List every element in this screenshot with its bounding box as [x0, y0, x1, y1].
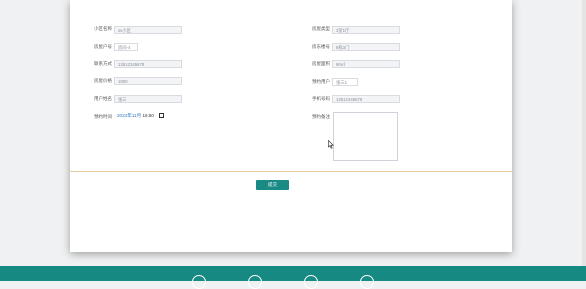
user-icon[interactable]: [248, 275, 262, 289]
calendar-icon[interactable]: [159, 112, 165, 118]
info-icon[interactable]: [360, 275, 374, 289]
field-label-house-type: 房屋类型: [312, 26, 330, 31]
field-label-booking-user: 预约用户: [312, 79, 330, 84]
appointment-clock: 16:50: [141, 113, 154, 118]
username-input[interactable]: 张三: [114, 95, 182, 103]
house-type-input[interactable]: 3室1厅: [332, 26, 400, 34]
field-label-room-number: 房屋户号: [94, 44, 112, 49]
form-card: [70, 0, 512, 252]
contact-input[interactable]: 13512345678: [114, 60, 182, 68]
field-label-contact: 联系方式: [94, 61, 112, 66]
field-label-remark: 预约备注: [312, 114, 330, 119]
field-label-area: 房屋面积: [312, 61, 330, 66]
field-label-building: 房东楼号: [312, 44, 330, 49]
remark-textarea[interactable]: [333, 112, 398, 161]
home-icon[interactable]: [192, 275, 206, 289]
booking-user-input[interactable]: 张三1: [332, 78, 358, 86]
field-label-appointment-time: 预约时间: [94, 114, 112, 119]
appointment-date: 2024年11月: [117, 113, 142, 118]
appointment-time-input[interactable]: 2024年11月 16:50: [117, 112, 165, 120]
building-input[interactable]: 8栋3门: [332, 43, 400, 51]
form-divider: [70, 171, 512, 172]
price-input[interactable]: 1800: [114, 77, 182, 85]
phone-input[interactable]: 13512345678: [332, 95, 400, 103]
scrollbar[interactable]: [582, 0, 586, 266]
field-label-price: 房屋价格: [94, 78, 112, 83]
room-number-input[interactable]: 房间-4: [114, 43, 138, 51]
footer-bar: [0, 266, 586, 281]
mouse-cursor-icon: [328, 140, 334, 149]
field-label-username: 用户姓名: [94, 96, 112, 101]
submit-button[interactable]: 提交: [256, 180, 289, 190]
phone-icon[interactable]: [304, 275, 318, 289]
field-label-community: 小区名称: [94, 26, 112, 31]
area-input[interactable]: 90㎡: [332, 60, 400, 68]
field-label-phone: 手机号码: [312, 96, 330, 101]
community-input[interactable]: ss小区: [114, 26, 182, 34]
